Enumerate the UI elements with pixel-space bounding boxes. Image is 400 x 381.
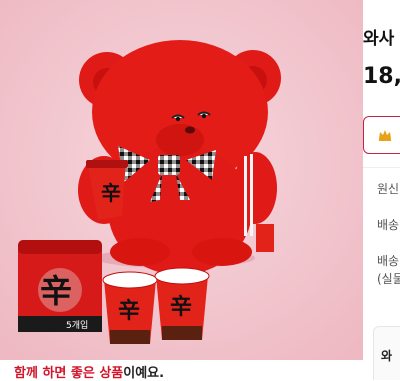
product-image[interactable]: 辛 辛 5개입 辛 辛 xyxy=(0,0,363,360)
ramen-multipack: 辛 5개입 xyxy=(18,240,102,332)
info-row-origin: 원신 xyxy=(377,182,400,196)
coupon-button[interactable] xyxy=(363,116,400,154)
svg-text:辛: 辛 xyxy=(170,294,192,320)
info-row-shipping: 배송 xyxy=(377,218,400,232)
svg-text:5개입: 5개입 xyxy=(66,319,88,331)
caption-highlight: 함께 하면 좋은 상품 xyxy=(14,366,124,381)
ramen-cup-2: 辛 xyxy=(154,267,210,340)
crown-icon xyxy=(379,130,391,141)
product-title: 와사 xyxy=(363,29,395,49)
info-row-actual: (실물 xyxy=(377,272,400,286)
product-price: 18,0 xyxy=(363,64,400,89)
svg-text:辛: 辛 xyxy=(101,181,121,205)
ramen-cup-1: 辛 xyxy=(102,271,158,344)
divider xyxy=(363,167,400,168)
product-info-panel: 와사 18,0 원신 배송 배송 (실물 와 xyxy=(363,0,400,380)
info-row-shipping-2: 배송 xyxy=(377,254,400,268)
svg-text:辛: 辛 xyxy=(40,272,72,310)
caption-rest: 이예요. xyxy=(123,366,165,381)
related-item-label: 와 xyxy=(381,349,393,363)
related-products-caption: 함께 하면 좋은 상품이예요. xyxy=(14,362,164,381)
svg-text:辛: 辛 xyxy=(118,298,140,324)
